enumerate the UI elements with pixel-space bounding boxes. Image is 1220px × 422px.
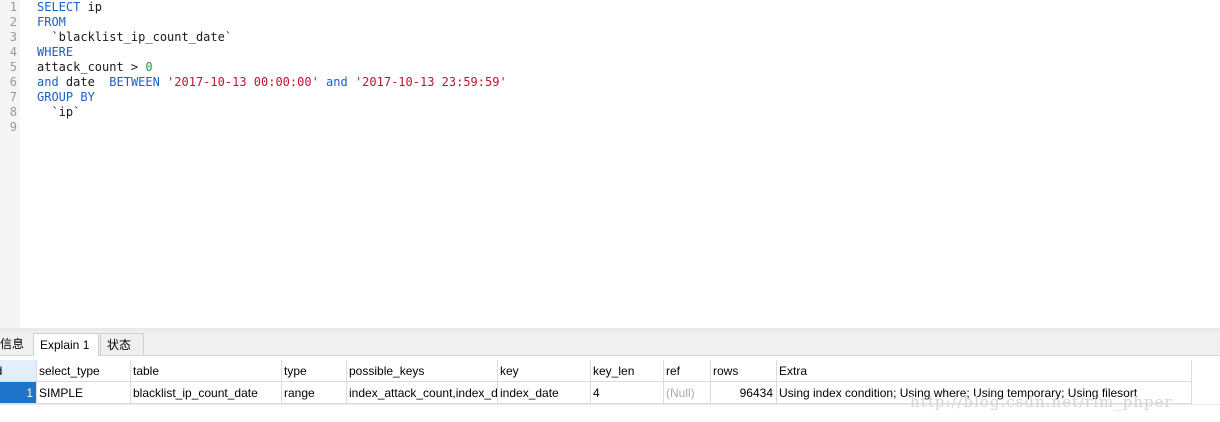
sql-number: 0 xyxy=(145,60,153,74)
cell-id[interactable]: 1 xyxy=(0,382,37,404)
column-header-type[interactable]: type xyxy=(282,360,347,382)
line-code[interactable]: and date BETWEEN '2017-10-13 00:00:00' a… xyxy=(37,75,507,90)
cell-select-type[interactable]: SIMPLE xyxy=(37,382,131,404)
line-code[interactable]: `ip` xyxy=(37,105,80,120)
cell-key[interactable]: index_date xyxy=(498,382,591,404)
sql-keyword: FROM xyxy=(37,15,66,29)
sql-keyword: GROUP BY xyxy=(37,90,95,104)
line-number: 5 xyxy=(9,60,17,74)
line-code[interactable]: attack_count > 0 xyxy=(37,60,153,75)
column-header-key[interactable]: key xyxy=(498,360,591,382)
sql-keyword: BETWEEN xyxy=(109,75,160,89)
tab-explain[interactable]: Explain 1 xyxy=(33,333,99,356)
sql-keyword: and xyxy=(326,75,348,89)
line-number: 2 xyxy=(9,15,17,29)
column-header-table[interactable]: table xyxy=(131,360,282,382)
line-number: 8 xyxy=(9,105,17,119)
result-tab-bar: 信息 Explain 1 状态 xyxy=(0,331,1220,356)
cell-type[interactable]: range xyxy=(282,382,347,404)
sql-string: '2017-10-13 23:59:59' xyxy=(354,75,507,89)
column-header-key-len[interactable]: key_len xyxy=(591,360,664,382)
column-header-rows[interactable]: rows xyxy=(711,360,777,382)
line-code[interactable]: WHERE xyxy=(37,45,73,60)
tab-info[interactable]: 信息 xyxy=(0,333,30,355)
line-number: 7 xyxy=(9,90,17,104)
cell-table[interactable]: blacklist_ip_count_date xyxy=(131,382,282,404)
line-code[interactable]: GROUP BY xyxy=(37,90,95,105)
sql-keyword: SELECT xyxy=(37,0,81,14)
line-number: 9 xyxy=(9,120,17,134)
sql-text: `blacklist_ip_count_date` xyxy=(37,30,233,44)
cell-ref[interactable]: (Null) xyxy=(664,382,711,404)
column-header-id[interactable]: id xyxy=(0,360,37,382)
sql-editor[interactable]: 1 SELECT ip 2 FROM 3 `blacklist_ip_count_dat… xyxy=(0,0,1220,328)
sql-text: ip xyxy=(80,0,103,14)
column-header-ref[interactable]: ref xyxy=(664,360,711,382)
column-header-possible-keys[interactable]: possible_keys xyxy=(347,360,498,382)
tab-status[interactable]: 状态 xyxy=(100,333,144,355)
cell-rows[interactable]: 96434 xyxy=(711,382,777,404)
cell-possible-keys[interactable]: index_attack_count,index_date xyxy=(347,382,498,404)
sql-text: date xyxy=(58,75,110,89)
line-number: 6 xyxy=(9,75,17,89)
cell-key-len[interactable]: 4 xyxy=(591,382,664,404)
line-code[interactable]: `blacklist_ip_count_date` xyxy=(37,30,232,45)
column-header-extra[interactable]: Extra xyxy=(777,360,1192,382)
line-code[interactable]: FROM xyxy=(37,15,66,30)
watermark: http://blog.csdn.net/rim_phper xyxy=(910,393,1173,411)
line-number: 4 xyxy=(9,45,17,59)
line-number: 1 xyxy=(9,0,17,14)
column-header-select-type[interactable]: select_type xyxy=(37,360,131,382)
sql-text: attack_count > xyxy=(37,60,146,74)
line-code[interactable]: SELECT ip xyxy=(37,0,102,15)
sql-text: `ip` xyxy=(37,105,81,119)
sql-keyword: WHERE xyxy=(37,45,74,59)
sql-keyword: and xyxy=(37,75,59,89)
line-number: 3 xyxy=(9,30,17,44)
sql-string: '2017-10-13 00:00:00' xyxy=(167,75,319,89)
